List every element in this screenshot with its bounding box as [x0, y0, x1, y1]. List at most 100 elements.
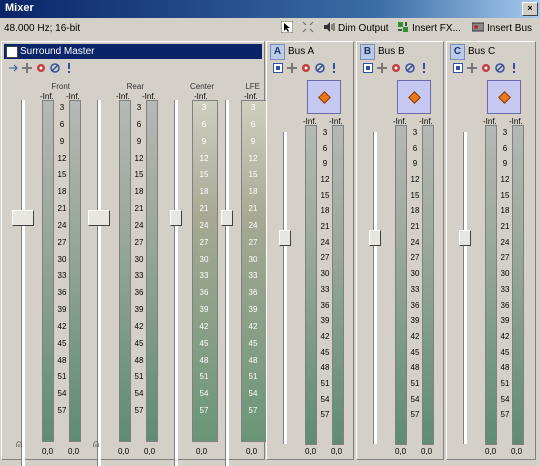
channel-label-lfe: LFE [245, 82, 260, 91]
bus-b-header[interactable]: B Bus B [359, 44, 439, 60]
routing-icon[interactable] [8, 63, 18, 73]
scale-tick: 51 [320, 378, 330, 388]
scale-tick: 9 [250, 136, 256, 146]
bus-c-warning-icon [509, 63, 519, 73]
scale-tick: 15 [199, 170, 209, 180]
insert-fx-button[interactable]: Insert FX... [397, 21, 461, 37]
bus-c-fader-thumb[interactable] [459, 230, 471, 246]
scale-tick: 21 [248, 204, 258, 214]
front-fader-thumb[interactable] [12, 210, 34, 226]
bus-b-value-left: 0,0 [395, 447, 407, 456]
channel-label-center: Center [189, 82, 214, 91]
lfe-fader-thumb[interactable] [221, 210, 233, 226]
bus-c-panel: C Bus C -Inf. -Inf. 3 6 9 12 15 18 21 24 27 30 33 3… [446, 41, 536, 460]
scale-tick: 27 [500, 253, 510, 263]
bus-c-fader-track [463, 132, 467, 444]
close-button[interactable]: × [522, 2, 538, 16]
pan-position-icon[interactable] [408, 91, 421, 104]
bus-b-bypass-icon[interactable] [405, 63, 415, 73]
scale-tick: 21 [134, 204, 144, 214]
scale-tick: 45 [410, 347, 420, 357]
insert-fx-label: Insert FX... [412, 23, 461, 34]
scale-tick: 30 [199, 254, 209, 264]
scale-tick: 9 [136, 136, 142, 146]
dim-output-label: Dim Output [338, 23, 389, 34]
dim-output-button[interactable]: Dim Output [323, 21, 389, 37]
scale-tick: 57 [500, 410, 510, 420]
plugin-icon [398, 22, 408, 32]
scale-tick: 21 [410, 222, 420, 232]
scale-tick: 3 [250, 103, 256, 112]
master-header[interactable]: Surround Master [4, 44, 262, 59]
scale-tick: 42 [500, 331, 510, 341]
bus-b-plugin-chain-icon[interactable] [377, 63, 387, 73]
scale-tick: 57 [134, 406, 144, 416]
scale-tick: 36 [134, 288, 144, 298]
scale-tick: 33 [199, 271, 209, 281]
bus-b-select-icon[interactable] [363, 63, 373, 73]
fx-gear-icon[interactable] [36, 63, 46, 73]
bus-c-value-right: 0,0 [511, 447, 523, 456]
insert-bus-button[interactable]: Insert Bus [472, 21, 532, 37]
bus-c-plugin-chain-icon[interactable] [467, 63, 477, 73]
scale-tick: 42 [248, 321, 258, 331]
master-select-checkbox[interactable] [6, 46, 18, 58]
bus-a-fx-gear-icon[interactable] [301, 63, 311, 73]
plugin-chain-icon[interactable] [22, 63, 32, 73]
downmix-button[interactable] [302, 21, 317, 37]
bus-a-select-icon[interactable] [273, 63, 283, 73]
surround-master-panel: Surround Master Front Rear Center LFE ⍝ … [1, 41, 267, 466]
scale-tick: 42 [134, 321, 144, 331]
value-front-right: 0,0 [68, 447, 80, 456]
bus-c-select-icon[interactable] [453, 63, 463, 73]
scale-tick: 39 [134, 305, 144, 315]
rear-lock-icon[interactable]: ⍝ [93, 439, 99, 450]
pointer-tool-button[interactable] [281, 21, 296, 37]
scale-tick: 39 [57, 305, 67, 315]
bus-b-fader-thumb[interactable] [369, 230, 381, 246]
scale-tick: 51 [248, 372, 258, 382]
bus-a-header[interactable]: A Bus A [269, 44, 349, 60]
bus-c-bypass-icon[interactable] [495, 63, 505, 73]
scale-tick: 18 [134, 187, 144, 197]
pan-position-icon[interactable] [318, 91, 331, 104]
scale-tick: 48 [248, 355, 258, 365]
bypass-icon[interactable] [50, 63, 60, 73]
scale-tick: 9 [322, 159, 328, 169]
scale-tick: 21 [500, 222, 510, 232]
scale-tick: 42 [410, 331, 420, 341]
bus-c-header[interactable]: C Bus C [449, 44, 529, 60]
scale-tick: 27 [248, 237, 258, 247]
rear-fader-thumb[interactable] [88, 210, 110, 226]
bus-a-plugin-chain-icon[interactable] [287, 63, 297, 73]
scale-tick: 18 [57, 187, 67, 197]
scale-tick: 39 [320, 316, 330, 326]
scale-tick: 12 [410, 175, 420, 185]
bus-a-surround-panner[interactable] [307, 80, 341, 114]
scale-tick: 6 [59, 119, 65, 129]
value-center: 0,0 [196, 447, 208, 456]
bus-c-fx-gear-icon[interactable] [481, 63, 491, 73]
scale-tick: 45 [320, 347, 330, 357]
bus-b-fader-track [373, 132, 377, 444]
scale-tick: 57 [199, 406, 209, 416]
center-fader-thumb[interactable] [170, 210, 182, 226]
bus-a-bypass-icon[interactable] [315, 63, 325, 73]
scale-tick: 30 [134, 254, 144, 264]
bus-b-surround-panner[interactable] [397, 80, 431, 114]
scale-tick: 6 [250, 119, 256, 129]
scale-tick: 24 [57, 220, 67, 230]
bus-b-fx-gear-icon[interactable] [391, 63, 401, 73]
scale-tick: 48 [57, 355, 67, 365]
scale-tick: 51 [57, 372, 67, 382]
scale-tick: 3 [502, 128, 508, 137]
front-lock-icon[interactable]: ⍝ [16, 439, 22, 450]
pan-position-icon[interactable] [498, 91, 511, 104]
rear-fader-track [97, 100, 101, 466]
bus-c-surround-panner[interactable] [487, 80, 521, 114]
scale-tick: 18 [410, 206, 420, 216]
bus-a-fader-thumb[interactable] [279, 230, 291, 246]
bus-a-value-right: 0,0 [331, 447, 343, 456]
scale-tick: 27 [199, 237, 209, 247]
scale-tick: 12 [500, 175, 510, 185]
